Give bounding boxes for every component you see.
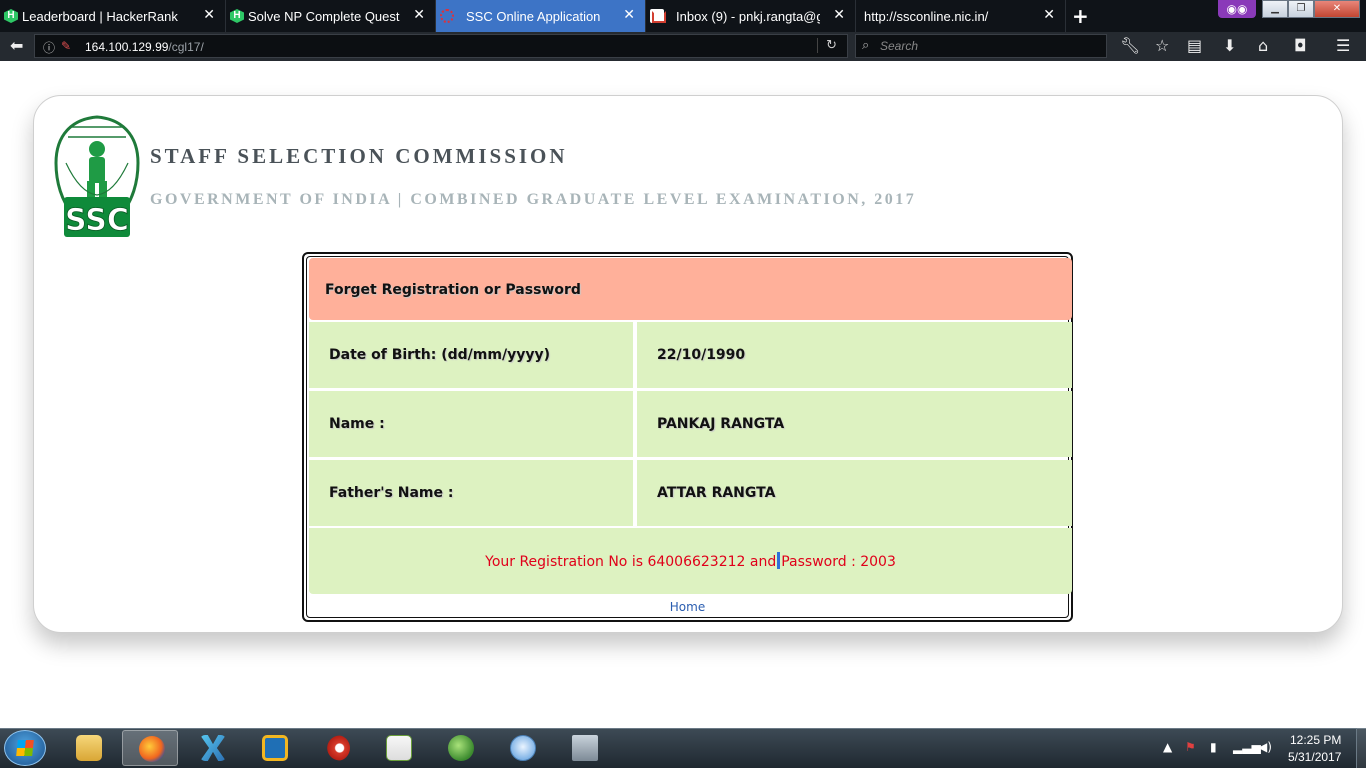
tab-leaderboard-hackerrank[interactable]: H Leaderboard | HackerRank ✕ <box>0 0 226 32</box>
tab-label: http://ssconline.nic.in/ <box>864 8 989 24</box>
father-name-label: Father's Name : <box>329 485 454 501</box>
father-name-label-cell: Father's Name : <box>309 460 633 526</box>
form-heading: Forget Registration or Password <box>325 282 581 298</box>
insecure-connection-icon[interactable]: ✎ <box>61 39 71 53</box>
name-label: Name : <box>329 416 385 432</box>
tab-label: Solve NP Complete Questions <box>248 8 400 24</box>
show-hidden-icons-icon[interactable]: ▲ <box>1163 740 1172 754</box>
start-button[interactable] <box>4 730 46 766</box>
close-window-button[interactable]: ✕ <box>1314 0 1360 18</box>
ssc-logo: SSC <box>54 115 140 238</box>
password-text: Password : 2003 <box>781 554 896 570</box>
taskbar-app-globe[interactable] <box>432 730 488 766</box>
x-app-icon <box>200 735 226 761</box>
close-tab-icon[interactable]: ✕ <box>833 7 845 23</box>
tab-ssconline[interactable]: http://ssconline.nic.in/ ✕ <box>856 0 1066 32</box>
text-cursor <box>777 552 781 569</box>
taskbar-app-chart[interactable] <box>370 730 426 766</box>
search-icon: ⌕ <box>862 38 870 53</box>
page-title: STAFF SELECTION COMMISSION <box>150 144 568 168</box>
name-value-cell: PANKAJ RANGTA <box>637 391 1072 457</box>
forget-registration-form: Forget Registration or Password Date of … <box>302 252 1073 622</box>
clock-date[interactable]: 5/31/2017 <box>1288 750 1341 764</box>
shell-icon <box>324 735 350 761</box>
show-desktop-button[interactable] <box>1356 728 1366 768</box>
clock-time[interactable]: 12:25 PM <box>1290 733 1341 747</box>
new-tab-button[interactable]: + <box>1072 4 1089 28</box>
home-icon[interactable]: ⌂ <box>1258 36 1268 55</box>
downloads-icon[interactable]: ⬇ <box>1223 36 1236 55</box>
chart-app-icon <box>386 735 412 761</box>
url-path: /cgl17/ <box>168 40 204 54</box>
url-text[interactable]: 164.100.129.99/cgl17/ <box>85 40 204 54</box>
tab-solve-np-complete[interactable]: H Solve NP Complete Questions ✕ <box>226 0 436 32</box>
signal-icon[interactable]: ▂▃▅ <box>1233 740 1261 754</box>
father-name-value-cell: ATTAR RANGTA <box>637 460 1072 526</box>
info-icon[interactable]: ⓘ <box>43 39 55 56</box>
taskbar-explorer[interactable] <box>60 730 116 766</box>
private-browsing-mask-icon: ◉◉ <box>1218 0 1256 18</box>
taskbar-app-x[interactable] <box>184 730 240 766</box>
back-arrow-icon[interactable]: ⬅ <box>10 36 23 55</box>
close-tab-icon[interactable]: ✕ <box>1043 7 1055 23</box>
father-name-value: ATTAR RANGTA <box>657 485 776 501</box>
battery-icon[interactable]: ▮ <box>1210 740 1217 754</box>
result-cell: Your Registration No is 64006623212 and P… <box>309 528 1072 594</box>
gauge-icon <box>510 735 536 761</box>
minimize-window-button[interactable]: ▁ <box>1262 0 1288 18</box>
taskbar-app-gauge[interactable] <box>494 730 550 766</box>
action-center-flag-icon[interactable]: ⚑ <box>1185 740 1196 754</box>
firefox-icon <box>139 736 165 762</box>
name-label-cell: Name : <box>309 391 633 457</box>
browser-tab-bar: H Leaderboard | HackerRank ✕ H Solve NP … <box>0 0 1366 32</box>
registration-number-text: Your Registration No is 64006623212 and <box>485 554 777 570</box>
close-tab-icon[interactable]: ✕ <box>413 7 425 23</box>
globe-icon <box>448 735 474 761</box>
folder-icon <box>76 735 102 761</box>
pocket-icon[interactable]: ◘ <box>1294 36 1307 55</box>
hackerrank-icon: H <box>230 9 244 23</box>
volume-icon[interactable]: ◀) <box>1258 740 1272 754</box>
name-value: PANKAJ RANGTA <box>657 416 785 432</box>
menu-icon[interactable]: ☰ <box>1336 36 1350 55</box>
taskbar-app-network[interactable] <box>556 730 612 766</box>
taskbar-firefox[interactable] <box>122 730 178 766</box>
loading-spinner-icon <box>440 9 454 23</box>
tab-label: Leaderboard | HackerRank <box>22 8 178 24</box>
tab-gmail-inbox[interactable]: Inbox (9) - pnkj.rangta@gmail.com ✕ <box>646 0 856 32</box>
address-bar[interactable]: ⓘ ✎ 164.100.129.99/cgl17/ ↻ <box>34 34 848 58</box>
form-header: Forget Registration or Password <box>309 258 1072 320</box>
url-host: 164.100.129.99 <box>85 40 169 54</box>
dob-value-cell: 22/10/1990 <box>637 322 1072 388</box>
close-tab-icon[interactable]: ✕ <box>623 7 635 23</box>
gmail-icon <box>650 9 664 23</box>
taskbar-app-shell[interactable] <box>308 730 364 766</box>
tab-label: Inbox (9) - pnkj.rangta@gmail.com <box>676 8 820 24</box>
search-input[interactable] <box>878 37 1098 55</box>
dob-label-cell: Date of Birth: (dd/mm/yyyy) <box>309 322 633 388</box>
reading-list-icon[interactable]: ▤ <box>1187 36 1202 55</box>
tab-label: SSC Online Application <box>466 8 601 24</box>
page-subtitle: GOVERNMENT OF INDIA | COMBINED GRADUATE … <box>150 191 917 208</box>
bookmark-star-icon[interactable]: ☆ <box>1155 36 1169 55</box>
tab-ssc-online-application[interactable]: SSC Online Application ✕ <box>436 0 646 32</box>
dob-value: 22/10/1990 <box>657 347 746 363</box>
reload-icon[interactable]: ↻ <box>817 38 837 53</box>
registration-result-message: Your Registration No is 64006623212 and P… <box>309 552 1072 570</box>
svg-text:SSC: SSC <box>65 203 129 238</box>
taskbar-vmware[interactable] <box>246 730 302 766</box>
wrench-icon[interactable]: 🔧︎ <box>1120 36 1140 55</box>
vm-icon <box>262 735 288 761</box>
network-app-icon <box>572 735 598 761</box>
home-link[interactable]: Home <box>304 600 1071 614</box>
hackerrank-icon: H <box>4 9 18 23</box>
close-tab-icon[interactable]: ✕ <box>203 7 215 23</box>
dob-label: Date of Birth: (dd/mm/yyyy) <box>329 347 550 363</box>
maximize-window-button[interactable]: ❐ <box>1288 0 1314 18</box>
search-bar[interactable]: ⌕ <box>855 34 1107 58</box>
